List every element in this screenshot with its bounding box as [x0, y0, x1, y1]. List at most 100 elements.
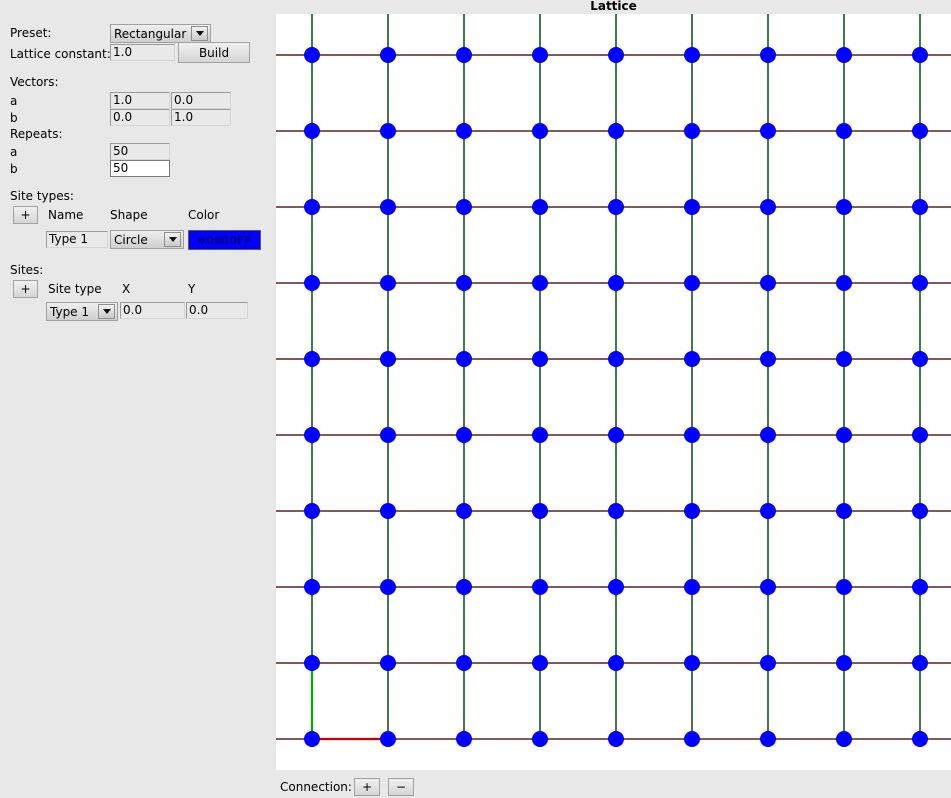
- lattice-site-node[interactable]: [608, 275, 624, 291]
- lattice-site-node[interactable]: [684, 503, 700, 519]
- lattice-site-node[interactable]: [532, 579, 548, 595]
- site-y-input[interactable]: 0.0: [186, 302, 248, 319]
- lattice-site-node[interactable]: [760, 123, 776, 139]
- lattice-site-node[interactable]: [456, 427, 472, 443]
- lattice-site-node[interactable]: [532, 275, 548, 291]
- lattice-site-node[interactable]: [836, 579, 852, 595]
- lattice-site-node[interactable]: [532, 123, 548, 139]
- lattice-site-node[interactable]: [760, 579, 776, 595]
- lattice-site-node[interactable]: [912, 199, 928, 215]
- repeat-b-input[interactable]: 50: [110, 160, 170, 177]
- lattice-site-node[interactable]: [304, 123, 320, 139]
- lattice-site-node[interactable]: [912, 655, 928, 671]
- lattice-site-node[interactable]: [532, 731, 548, 747]
- lattice-site-node[interactable]: [380, 47, 396, 63]
- lattice-site-node[interactable]: [380, 655, 396, 671]
- lattice-canvas[interactable]: [276, 14, 951, 770]
- lattice-site-node[interactable]: [456, 275, 472, 291]
- site-type-name-input[interactable]: Type 1: [46, 231, 108, 248]
- lattice-site-node[interactable]: [456, 731, 472, 747]
- lattice-site-node[interactable]: [912, 427, 928, 443]
- preset-dropdown[interactable]: Rectangular: [110, 24, 211, 43]
- lattice-site-node[interactable]: [304, 275, 320, 291]
- lattice-site-node[interactable]: [456, 579, 472, 595]
- lattice-graph[interactable]: [276, 14, 951, 770]
- lattice-site-node[interactable]: [684, 199, 700, 215]
- lattice-site-node[interactable]: [912, 579, 928, 595]
- vector-a-y-input[interactable]: 0.0: [171, 92, 231, 109]
- lattice-site-node[interactable]: [304, 579, 320, 595]
- lattice-site-node[interactable]: [608, 199, 624, 215]
- lattice-site-node[interactable]: [304, 351, 320, 367]
- lattice-site-node[interactable]: [760, 731, 776, 747]
- lattice-site-node[interactable]: [684, 47, 700, 63]
- remove-connection-button[interactable]: −: [388, 778, 414, 796]
- lattice-site-node[interactable]: [532, 655, 548, 671]
- lattice-site-node[interactable]: [684, 579, 700, 595]
- vector-b-x-input[interactable]: 0.0: [110, 109, 170, 126]
- lattice-site-node[interactable]: [380, 123, 396, 139]
- lattice-site-node[interactable]: [912, 275, 928, 291]
- lattice-site-node[interactable]: [836, 123, 852, 139]
- lattice-site-node[interactable]: [608, 579, 624, 595]
- lattice-site-node[interactable]: [380, 731, 396, 747]
- lattice-site-node[interactable]: [380, 275, 396, 291]
- lattice-site-node[interactable]: [456, 351, 472, 367]
- lattice-site-node[interactable]: [836, 351, 852, 367]
- lattice-site-node[interactable]: [532, 427, 548, 443]
- lattice-site-node[interactable]: [684, 123, 700, 139]
- lattice-site-node[interactable]: [608, 503, 624, 519]
- build-button[interactable]: Build: [178, 42, 250, 63]
- lattice-site-node[interactable]: [836, 275, 852, 291]
- lattice-site-node[interactable]: [608, 731, 624, 747]
- lattice-site-node[interactable]: [836, 503, 852, 519]
- lattice-site-node[interactable]: [760, 275, 776, 291]
- lattice-site-node[interactable]: [608, 351, 624, 367]
- site-x-input[interactable]: 0.0: [120, 302, 185, 319]
- lattice-site-node[interactable]: [912, 351, 928, 367]
- lattice-site-node[interactable]: [760, 351, 776, 367]
- lattice-site-node[interactable]: [304, 47, 320, 63]
- lattice-site-node[interactable]: [760, 47, 776, 63]
- lattice-constant-input[interactable]: 1.0: [110, 44, 175, 61]
- lattice-site-node[interactable]: [456, 47, 472, 63]
- lattice-site-node[interactable]: [380, 579, 396, 595]
- lattice-site-node[interactable]: [836, 47, 852, 63]
- lattice-site-node[interactable]: [304, 427, 320, 443]
- lattice-site-node[interactable]: [304, 655, 320, 671]
- lattice-site-node[interactable]: [912, 47, 928, 63]
- lattice-site-node[interactable]: [380, 351, 396, 367]
- lattice-site-node[interactable]: [532, 47, 548, 63]
- lattice-site-node[interactable]: [532, 503, 548, 519]
- lattice-site-node[interactable]: [760, 427, 776, 443]
- lattice-site-node[interactable]: [684, 731, 700, 747]
- site-type-shape-dropdown[interactable]: Circle: [110, 230, 184, 249]
- repeat-a-input[interactable]: 50: [110, 143, 170, 160]
- add-site-button[interactable]: +: [13, 280, 38, 298]
- lattice-site-node[interactable]: [304, 731, 320, 747]
- lattice-site-node[interactable]: [912, 503, 928, 519]
- lattice-site-node[interactable]: [760, 199, 776, 215]
- lattice-site-node[interactable]: [380, 503, 396, 519]
- lattice-site-node[interactable]: [684, 427, 700, 443]
- lattice-site-node[interactable]: [912, 731, 928, 747]
- lattice-site-node[interactable]: [760, 655, 776, 671]
- lattice-site-node[interactable]: [608, 427, 624, 443]
- add-site-type-button[interactable]: +: [13, 206, 38, 224]
- site-type-color-swatch[interactable]: #0000FF: [188, 230, 261, 250]
- add-connection-button[interactable]: +: [354, 778, 380, 796]
- lattice-site-node[interactable]: [532, 351, 548, 367]
- lattice-site-node[interactable]: [304, 503, 320, 519]
- lattice-site-node[interactable]: [456, 503, 472, 519]
- lattice-site-node[interactable]: [608, 47, 624, 63]
- lattice-site-node[interactable]: [456, 123, 472, 139]
- lattice-site-node[interactable]: [684, 351, 700, 367]
- site-type-dropdown[interactable]: Type 1: [46, 302, 118, 321]
- lattice-site-node[interactable]: [380, 427, 396, 443]
- lattice-site-node[interactable]: [380, 199, 396, 215]
- vector-a-x-input[interactable]: 1.0: [110, 92, 170, 109]
- lattice-site-node[interactable]: [456, 655, 472, 671]
- lattice-site-node[interactable]: [760, 503, 776, 519]
- lattice-site-node[interactable]: [304, 199, 320, 215]
- lattice-site-node[interactable]: [836, 427, 852, 443]
